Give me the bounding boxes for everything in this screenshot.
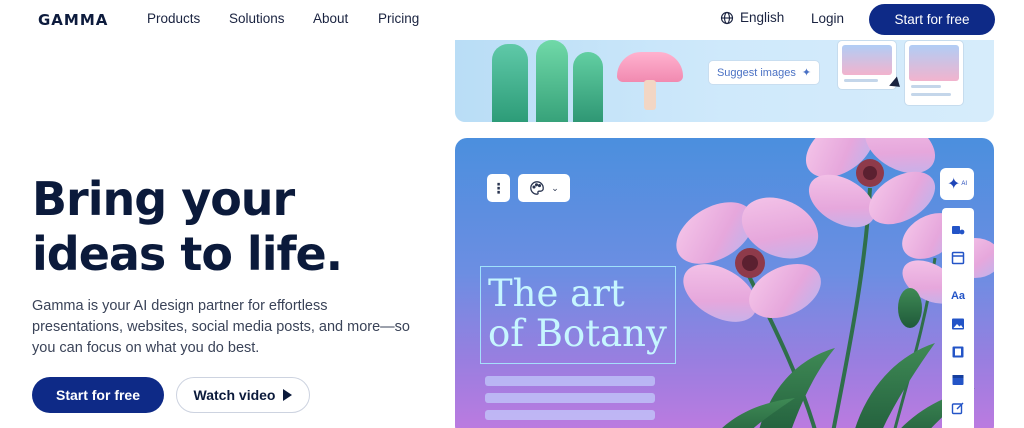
editor-side-toolbar: Aa: [942, 208, 974, 428]
text-style-icon[interactable]: Aa: [950, 288, 966, 304]
mushroom-illustration: [617, 52, 683, 82]
sparkle-icon: ✦: [801, 67, 812, 79]
thumbnail-caption-line: [844, 79, 878, 82]
placeholder-text-line: [485, 393, 655, 403]
nav-pricing[interactable]: Pricing: [378, 11, 419, 26]
palette-icon: [530, 181, 545, 195]
nav-start-for-free-button[interactable]: Start for free: [869, 4, 995, 35]
start-for-free-button[interactable]: Start for free: [32, 377, 164, 413]
shapes-icon[interactable]: [950, 222, 966, 238]
ai-assistant-button[interactable]: ✦ AI: [940, 168, 974, 200]
sparkle-icon: ✦: [946, 176, 961, 193]
watch-video-button[interactable]: Watch video: [176, 377, 310, 413]
placeholder-text-line: [485, 376, 655, 386]
embed-icon[interactable]: [950, 372, 966, 388]
image-thumbnail[interactable]: [904, 40, 964, 106]
more-vertical-icon[interactable]: ⋮: [487, 174, 510, 202]
thumbnail-image: [909, 45, 959, 81]
cactus-illustration: [536, 40, 568, 122]
nav-solutions[interactable]: Solutions: [229, 11, 285, 26]
theme-picker-button[interactable]: ⌄: [518, 174, 570, 202]
edit-icon[interactable]: [950, 400, 966, 416]
mushroom-stem: [644, 80, 656, 110]
nav-products[interactable]: Products: [147, 11, 200, 26]
language-selector[interactable]: English: [720, 10, 784, 25]
chevron-down-icon: ⌄: [551, 182, 559, 193]
placeholder-text-line: [485, 410, 655, 420]
image-icon[interactable]: [950, 316, 966, 332]
thumbnail-caption-line: [911, 93, 951, 96]
image-suggestion-preview: Suggest images ✦: [455, 40, 994, 122]
watch-video-label: Watch video: [193, 387, 276, 403]
login-link[interactable]: Login: [811, 11, 844, 26]
slide-title-line-2: of Botany: [488, 312, 667, 355]
play-icon: [283, 389, 293, 401]
slide-title[interactable]: The art of Botany: [488, 274, 667, 354]
suggest-images-button[interactable]: Suggest images ✦: [708, 60, 820, 85]
globe-icon: [720, 11, 734, 24]
layout-icon[interactable]: [950, 250, 966, 266]
cactus-illustration: [573, 52, 603, 122]
thumbnail-caption-line: [911, 85, 941, 88]
language-label: English: [740, 10, 785, 25]
slide-editor-preview: ⋮ ⌄ The art of Botany ✦ AI Aa: [455, 138, 994, 428]
cactus-illustration: [492, 44, 528, 122]
image-thumbnail[interactable]: [837, 40, 897, 90]
hero-headline: Bring your ideas to life.: [32, 172, 343, 281]
top-navigation: GAMMA Products Solutions About Pricing E…: [0, 0, 1024, 40]
video-icon[interactable]: [950, 344, 966, 360]
ai-badge: AI: [961, 181, 968, 187]
gamma-logo[interactable]: GAMMA: [38, 11, 108, 29]
slide-title-line-1: The art: [488, 272, 625, 315]
hero-subcopy: Gamma is your AI design partner for effo…: [32, 298, 410, 356]
suggest-images-label: Suggest images: [716, 66, 796, 79]
thumbnail-image: [842, 45, 892, 75]
nav-about[interactable]: About: [313, 11, 348, 26]
